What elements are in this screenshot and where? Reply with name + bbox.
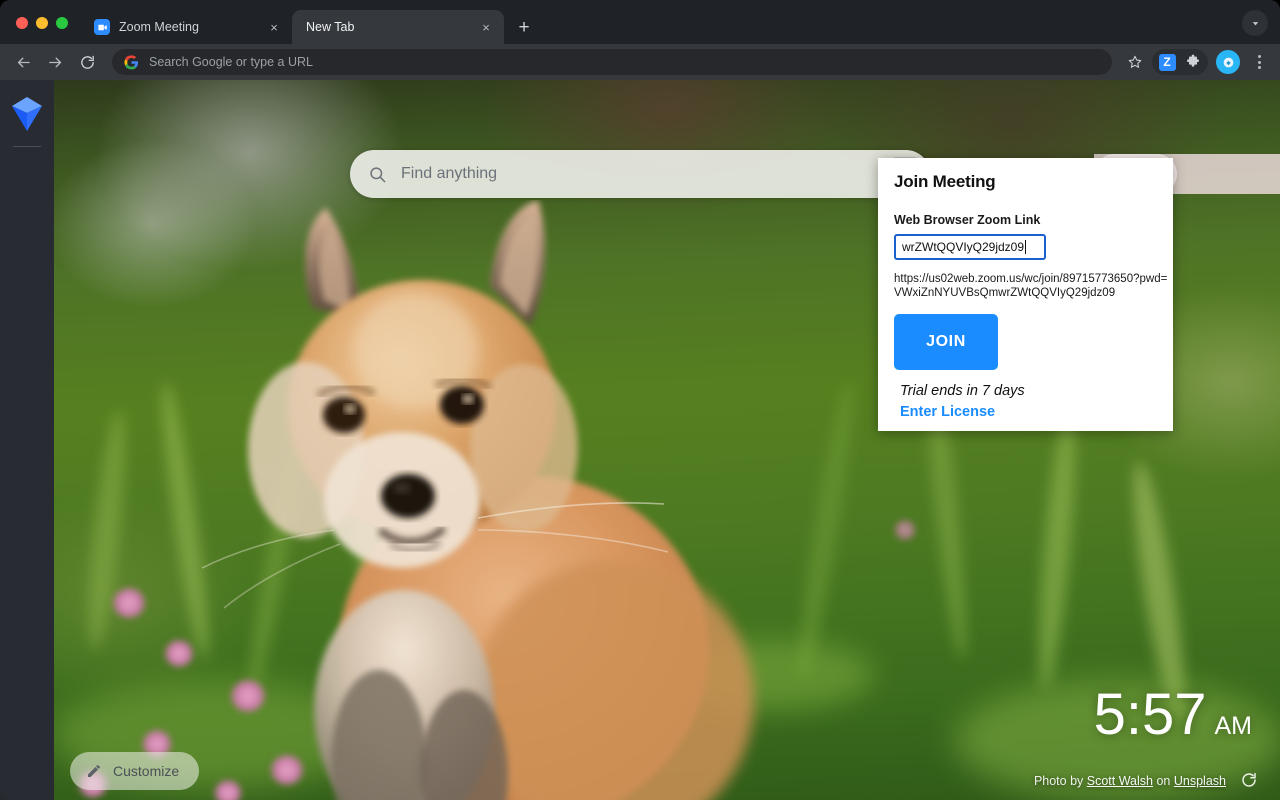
join-button[interactable]: JOIN: [894, 313, 998, 370]
arrow-right-icon[interactable]: [40, 47, 70, 77]
pencil-icon: [86, 763, 102, 779]
app-rail: [0, 80, 54, 800]
rail-divider: [13, 146, 41, 147]
reload-icon[interactable]: [72, 47, 102, 77]
window-traffic-lights: [0, 17, 80, 44]
zoom-extension-icon[interactable]: Z: [1154, 49, 1180, 75]
address-bar-placeholder: Search Google or type a URL: [149, 55, 313, 69]
enter-license-link[interactable]: Enter License: [900, 404, 1157, 420]
star-icon[interactable]: [1120, 47, 1150, 77]
credit-middle: on: [1156, 774, 1171, 788]
browser-window: Zoom Meeting × New Tab × + Search Google…: [0, 0, 1280, 800]
arrow-left-icon[interactable]: [8, 47, 38, 77]
credit-source-link[interactable]: Unsplash: [1174, 774, 1226, 788]
zoom-link-input[interactable]: wrZWtQQVIyQ29jdz09: [894, 234, 1046, 260]
clock-ampm: AM: [1214, 712, 1253, 740]
refresh-icon[interactable]: [1240, 771, 1258, 789]
maximize-window-button[interactable]: [56, 17, 68, 29]
google-g-icon: [124, 54, 139, 70]
credit-author-link[interactable]: Scott Walsh: [1087, 774, 1153, 788]
tab-close-button[interactable]: ×: [476, 17, 496, 37]
text-caret: [1025, 240, 1027, 254]
chevron-down-icon[interactable]: [1242, 10, 1268, 36]
tab-strip: Zoom Meeting × New Tab × +: [0, 0, 1280, 44]
tab-title: Zoom Meeting: [119, 20, 199, 34]
newtab-search-bar[interactable]: Find anything: [350, 150, 930, 198]
credit-prefix: Photo by: [1033, 774, 1084, 788]
zoom-join-meeting-popup: Join Meeting Web Browser Zoom Link wrZWt…: [878, 158, 1173, 431]
tab-title: New Tab: [306, 20, 355, 34]
popup-title: Join Meeting: [894, 172, 996, 191]
profile-avatar-icon[interactable]: [1216, 50, 1240, 74]
photo-credit: Photo by Scott Walsh on Unsplash: [1034, 774, 1226, 788]
tab-close-button[interactable]: ×: [264, 17, 284, 37]
three-dot-menu-icon[interactable]: [1246, 49, 1272, 75]
zoom-video-icon: [94, 19, 110, 35]
browser-toolbar: Search Google or type a URL Z: [0, 44, 1280, 80]
new-tab-button[interactable]: +: [510, 13, 538, 41]
minimize-window-button[interactable]: [36, 17, 48, 29]
newtab-clock: 5:57 AM: [1094, 686, 1252, 744]
popup-field-label: Web Browser Zoom Link: [894, 213, 1041, 227]
customize-button[interactable]: Customize: [70, 752, 200, 790]
extensions-group: Z: [1152, 49, 1208, 75]
page-content: Find anything ACE 5:57 AM Photo by Scott…: [0, 80, 1280, 800]
search-icon: [368, 165, 387, 184]
fox-subject: [194, 200, 814, 800]
extensions-puzzle-icon[interactable]: [1180, 49, 1206, 75]
zoom-link-preview: https://us02web.zoom.us/wc/join/89715773…: [894, 273, 1168, 300]
close-window-button[interactable]: [16, 17, 28, 29]
tab-new-tab[interactable]: New Tab ×: [292, 10, 504, 44]
customize-label: Customize: [113, 763, 180, 779]
blue-diamond-logo-icon[interactable]: [10, 95, 44, 133]
trial-status-text: Trial ends in 7 days: [900, 382, 1025, 399]
address-bar[interactable]: Search Google or type a URL: [112, 49, 1112, 75]
search-input-placeholder: Find anything: [401, 165, 498, 182]
tab-zoom-meeting[interactable]: Zoom Meeting ×: [80, 10, 292, 44]
clock-time: 5:57: [1093, 682, 1207, 747]
zoom-link-input-value: wrZWtQQVIyQ29jdz09: [902, 240, 1025, 254]
